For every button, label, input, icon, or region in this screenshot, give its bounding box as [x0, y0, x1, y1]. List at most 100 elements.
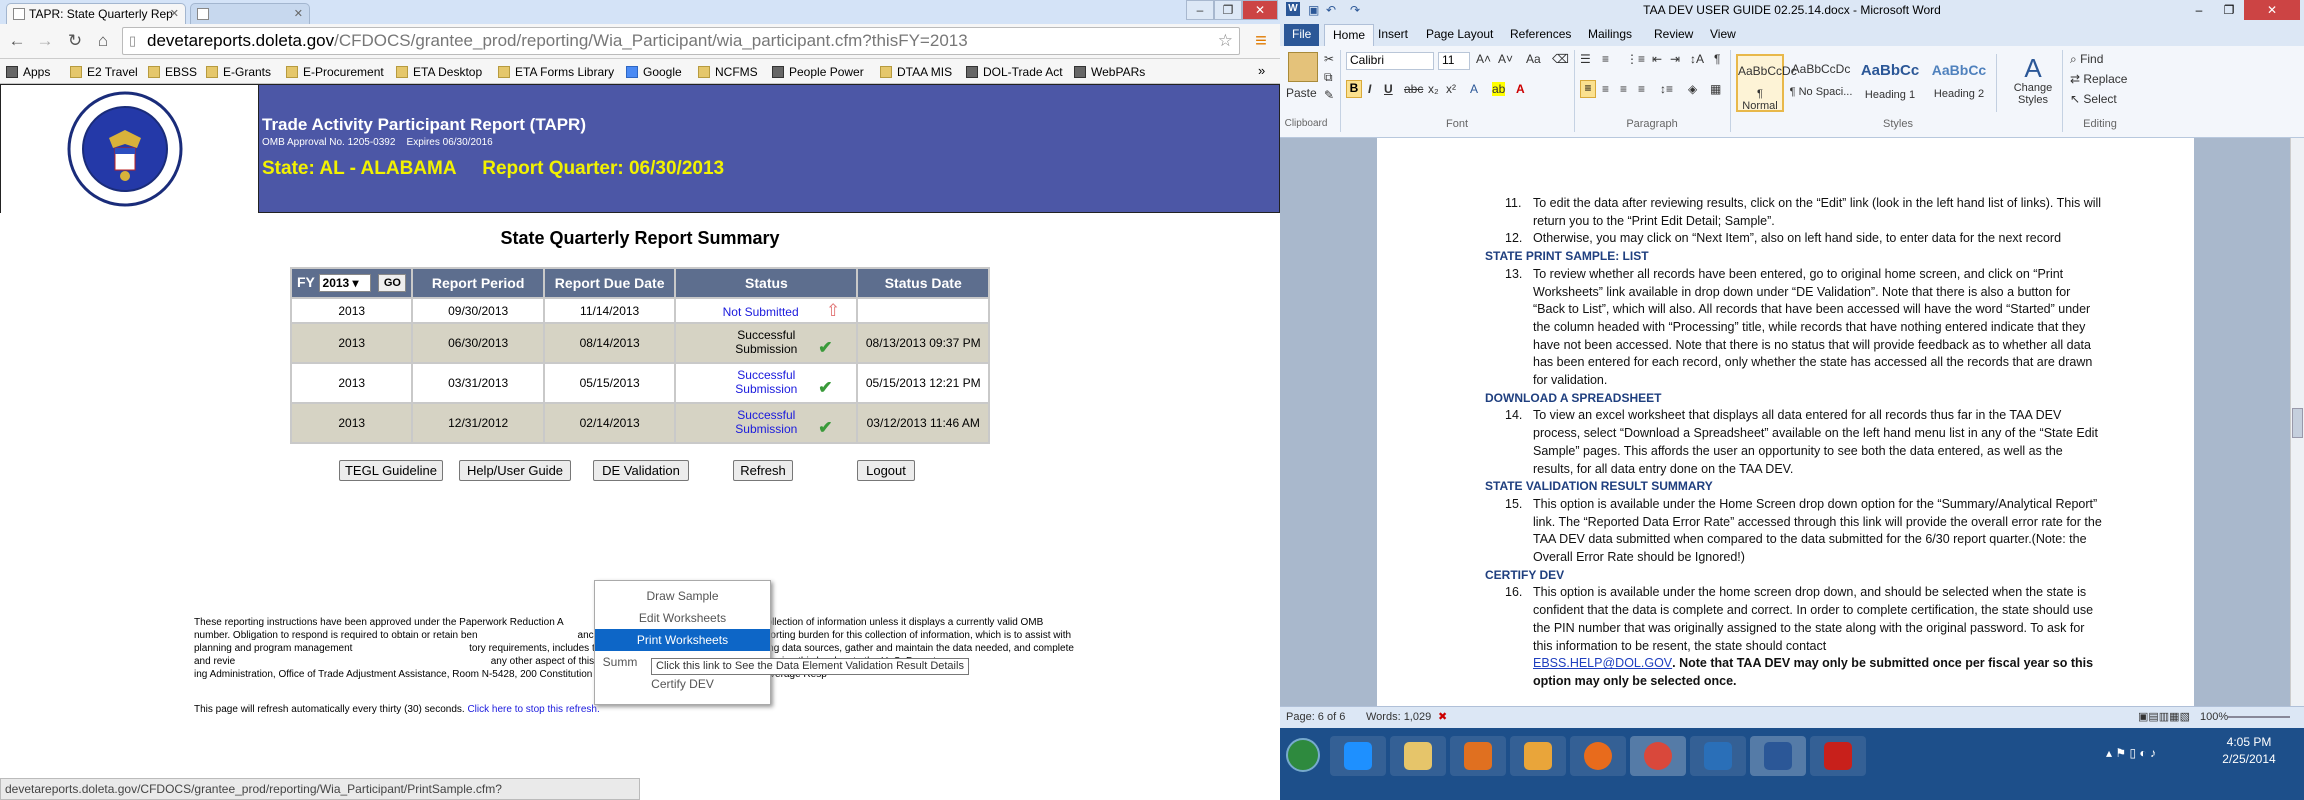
fy-select[interactable]: 2013 ▾	[318, 274, 371, 293]
menu-item-summary[interactable]: Summ	[595, 651, 645, 673]
de-validation-button[interactable]: DE Validation	[593, 460, 689, 481]
italic-icon[interactable]: I	[1368, 82, 1371, 96]
tab-tapr[interactable]: TAPR: State Quarterly Rep ✕	[6, 3, 186, 24]
bookmark-eta-desktop[interactable]: ETA Desktop	[396, 63, 482, 81]
bookmark-e2-travel[interactable]: E2 Travel	[70, 63, 138, 81]
menu-item-edit-worksheets[interactable]: Edit Worksheets	[595, 607, 770, 629]
menu-item-certify-dev[interactable]: Certify DEV	[595, 673, 770, 695]
numbering-icon[interactable]: ≡	[1602, 52, 1609, 66]
document-page[interactable]: 11. To edit the data after reviewing resu…	[1377, 138, 2194, 706]
cut-icon[interactable]: ✂	[1324, 52, 1334, 66]
tab-review[interactable]: Review	[1646, 24, 1701, 46]
strikethrough-icon[interactable]: abc	[1404, 82, 1423, 96]
tab-file[interactable]: File	[1284, 24, 1320, 46]
tegl-guideline-button[interactable]: TEGL Guideline	[339, 460, 443, 481]
help-user-guide-button[interactable]: Help/User Guide	[459, 460, 571, 481]
bookmark-webpars[interactable]: WebPARs	[1074, 63, 1145, 81]
start-button-icon[interactable]	[1286, 738, 1320, 772]
clear-formatting-icon[interactable]: ⌫	[1552, 52, 1569, 66]
zoom-level[interactable]: 100%	[2200, 707, 2228, 727]
view-buttons[interactable]: ▣▤▥▦▧	[2138, 707, 2190, 727]
scroll-thumb[interactable]	[2292, 408, 2303, 438]
text-effects-icon[interactable]: A	[1470, 82, 1478, 96]
system-clock[interactable]: 4:05 PM 2/25/2014	[2204, 734, 2294, 768]
shading-icon[interactable]: ◈	[1688, 82, 1697, 96]
bookmark-dtaa-mis[interactable]: DTAA MIS	[880, 63, 952, 81]
page-count[interactable]: Page: 6 of 6	[1286, 707, 1345, 727]
stop-refresh-link[interactable]: Click here to stop this refresh.	[467, 704, 599, 715]
select-button[interactable]: ↖ Select	[2070, 92, 2117, 106]
bookmark-star-icon[interactable]: ☆	[1218, 28, 1233, 54]
sort-icon[interactable]: ↕A	[1690, 52, 1704, 66]
tab-mailings[interactable]: Mailings	[1580, 24, 1640, 46]
grow-font-icon[interactable]: A˄	[1476, 52, 1491, 66]
highlight-icon[interactable]: ab	[1492, 82, 1506, 96]
bookmark-apps[interactable]: Apps	[6, 63, 50, 81]
word-count[interactable]: Words: 1,029	[1366, 707, 1431, 727]
menu-item-draw-sample[interactable]: Draw Sample	[595, 585, 770, 607]
tab-insert[interactable]: Insert	[1370, 24, 1416, 46]
align-center-icon[interactable]: ≡	[1602, 82, 1609, 96]
minimize-button[interactable]: –	[1186, 0, 1214, 20]
find-button[interactable]: ⌕ Find	[2070, 52, 2103, 67]
taskbar-explorer-icon[interactable]	[1390, 736, 1446, 776]
underline-icon[interactable]: U	[1384, 82, 1393, 96]
tab-page-layout[interactable]: Page Layout	[1418, 24, 1501, 46]
more-bookmarks-icon[interactable]: »	[1258, 63, 1265, 78]
copy-icon[interactable]: ⧉	[1324, 70, 1333, 85]
bookmark-google[interactable]: Google	[626, 63, 682, 81]
change-case-icon[interactable]: Aa	[1526, 52, 1541, 66]
close-tab-icon[interactable]: ✕	[170, 7, 179, 20]
tab-home[interactable]: Home	[1324, 24, 1375, 46]
align-right-icon[interactable]: ≡	[1620, 82, 1627, 96]
format-painter-icon[interactable]: ✎	[1324, 88, 1334, 102]
undo-icon[interactable]: ↶	[1326, 0, 1336, 20]
taskbar-chrome-icon[interactable]	[1630, 736, 1686, 776]
superscript-icon[interactable]: x²	[1446, 82, 1456, 96]
bookmark-e-procurement[interactable]: E-Procurement	[286, 63, 384, 81]
tab-background[interactable]: ✕	[190, 3, 310, 24]
redo-icon[interactable]: ↷	[1350, 0, 1360, 20]
address-bar[interactable]: ▯ devetareports.doleta.gov/CFDOCS/grante…	[122, 27, 1240, 55]
bold-icon[interactable]: B	[1346, 80, 1362, 98]
restore-button[interactable]: ❐	[1214, 0, 1242, 20]
close-window-button[interactable]: ✕	[1242, 0, 1278, 20]
subscript-icon[interactable]: x₂	[1428, 82, 1439, 96]
tab-view[interactable]: View	[1702, 24, 1744, 46]
home-icon[interactable]: ⌂	[92, 30, 114, 52]
document-scrollbar[interactable]	[2290, 138, 2304, 706]
bookmark-people-power[interactable]: People Power	[772, 63, 864, 81]
bookmark-dol-trade-act[interactable]: DOL-Trade Act	[966, 63, 1063, 81]
font-name-box[interactable]: Calibri	[1346, 52, 1434, 70]
status-link[interactable]: Successful Submission	[726, 408, 806, 436]
style-heading-1[interactable]: AaBbCc Heading 1	[1858, 54, 1922, 112]
style-normal[interactable]: AaBbCcDc ¶ Normal	[1736, 54, 1797, 112]
decrease-indent-icon[interactable]: ⇤	[1652, 52, 1662, 66]
multilevel-list-icon[interactable]: ⋮≡	[1626, 52, 1645, 66]
shrink-font-icon[interactable]: A˅	[1498, 52, 1513, 66]
bookmark-ebss[interactable]: EBSS	[148, 63, 197, 81]
align-left-icon[interactable]: ≡	[1580, 80, 1596, 98]
show-marks-icon[interactable]: ¶	[1714, 52, 1720, 66]
increase-indent-icon[interactable]: ⇥	[1670, 52, 1680, 66]
taskbar-acrobat-icon[interactable]	[1810, 736, 1866, 776]
style-no-spacing[interactable]: AaBbCcDc ¶ No Spaci...	[1788, 54, 1854, 112]
chrome-menu-icon[interactable]: ≡	[1250, 30, 1272, 52]
style-heading-2[interactable]: AaBbCc Heading 2	[1926, 54, 1992, 112]
bookmark-e-grants[interactable]: E-Grants	[206, 63, 271, 81]
ebss-email-link[interactable]: EBSS.HELP@DOL.GOV	[1533, 656, 1672, 670]
minimize-button[interactable]: –	[2184, 0, 2214, 20]
proofing-icon[interactable]: ✖	[1438, 707, 1447, 727]
bookmark-ncfms[interactable]: NCFMS	[698, 63, 758, 81]
taskbar-outlook-icon[interactable]	[1510, 736, 1566, 776]
taskbar-outlook-mail-icon[interactable]	[1690, 736, 1746, 776]
status-link[interactable]: Successful Submission	[726, 368, 806, 396]
taskbar-ie-icon[interactable]	[1330, 736, 1386, 776]
change-styles-button[interactable]: A Change Styles	[2010, 54, 2056, 106]
borders-icon[interactable]: ▦	[1710, 82, 1721, 96]
reload-icon[interactable]: ↻	[64, 30, 86, 52]
logout-button[interactable]: Logout	[857, 460, 915, 481]
back-icon[interactable]: ←	[6, 30, 28, 52]
menu-item-print-worksheets[interactable]: Print Worksheets	[595, 629, 770, 651]
paste-icon[interactable]	[1288, 52, 1318, 82]
